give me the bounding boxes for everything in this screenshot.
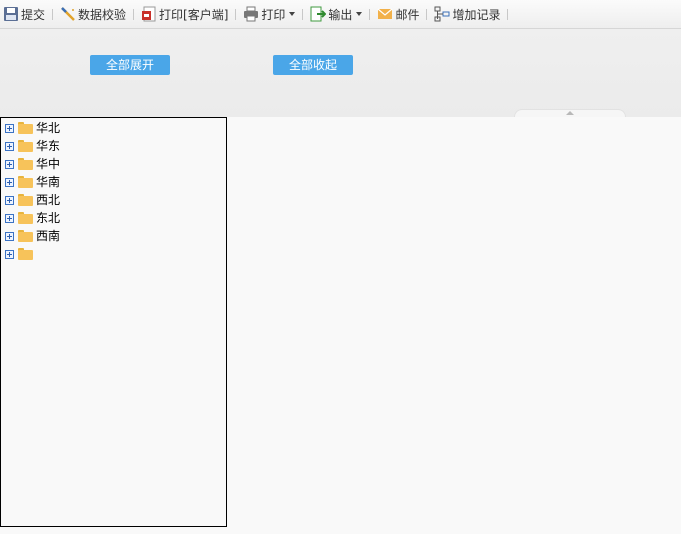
expand-icon[interactable] <box>5 159 14 169</box>
folder-icon <box>18 122 33 134</box>
toolbar-divider <box>52 8 54 20</box>
expand-icon[interactable] <box>5 195 14 205</box>
tree-node-label[interactable]: 华中 <box>36 155 60 173</box>
submit-button[interactable]: 提交 <box>1 4 47 24</box>
tree-node[interactable]: 西南 <box>1 227 226 245</box>
tree-node-label[interactable]: 华北 <box>36 119 60 137</box>
export-icon <box>310 6 327 22</box>
expand-icon[interactable] <box>5 123 14 133</box>
toolbar-divider <box>369 8 371 20</box>
toolbar: 提交 数据校验 打印[客户端] 打印 输出 邮件 增加记录 <box>0 0 681 29</box>
folder-icon <box>18 248 33 260</box>
chevron-down-icon <box>289 12 296 16</box>
expand-all-button[interactable]: 全部展开 <box>90 55 170 75</box>
tree-node-label[interactable]: 华东 <box>36 137 60 155</box>
tree-node[interactable] <box>1 245 226 263</box>
save-icon <box>3 6 19 22</box>
toolbar-divider <box>133 8 135 20</box>
expand-icon[interactable] <box>5 213 14 223</box>
tree-node[interactable]: 华东 <box>1 137 226 155</box>
expand-icon[interactable] <box>5 231 14 241</box>
expand-icon[interactable] <box>5 177 14 187</box>
expand-icon[interactable] <box>5 249 14 259</box>
tree-node[interactable]: 华北 <box>1 119 226 137</box>
chevron-down-icon <box>356 12 363 16</box>
tree-node-label[interactable]: 东北 <box>36 209 60 227</box>
data-validation-button[interactable]: 数据校验 <box>58 4 128 24</box>
mail-icon <box>377 6 393 22</box>
print-client-label: 打印[客户端] <box>159 7 229 22</box>
button-area: 全部展开 全部收起 <box>0 29 681 117</box>
folder-icon <box>18 212 33 224</box>
collapse-all-button[interactable]: 全部收起 <box>273 55 353 75</box>
region-tree: 华北 华东 华中 华南 西北 东北 西南 <box>0 117 227 527</box>
collapse-panel-handle[interactable] <box>514 109 626 117</box>
print-label: 打印 <box>261 7 286 22</box>
print-dropdown-button[interactable]: 打印 <box>241 4 297 24</box>
tree-node-label[interactable]: 西南 <box>36 227 60 245</box>
tree-node-label[interactable]: 华南 <box>36 173 60 191</box>
tree-node[interactable]: 东北 <box>1 209 226 227</box>
add-record-button[interactable]: 增加记录 <box>432 4 502 24</box>
folder-icon <box>18 194 33 206</box>
folder-icon <box>18 158 33 170</box>
add-record-label: 增加记录 <box>452 7 501 22</box>
mail-button[interactable]: 邮件 <box>375 4 421 24</box>
printer-icon <box>243 6 259 22</box>
data-validation-label: 数据校验 <box>78 7 127 22</box>
expand-icon[interactable] <box>5 141 14 151</box>
submit-label: 提交 <box>21 7 46 22</box>
tree-node[interactable]: 华中 <box>1 155 226 173</box>
tree-node[interactable]: 西北 <box>1 191 226 209</box>
mail-label: 邮件 <box>395 7 420 22</box>
toolbar-divider <box>302 8 304 20</box>
tree-node-label[interactable]: 西北 <box>36 191 60 209</box>
toolbar-divider <box>507 8 509 20</box>
tree-node[interactable]: 华南 <box>1 173 226 191</box>
pdf-print-icon <box>141 6 157 22</box>
toolbar-divider <box>426 8 428 20</box>
add-record-icon <box>434 6 450 22</box>
folder-icon <box>18 140 33 152</box>
export-dropdown-button[interactable]: 输出 <box>308 4 364 24</box>
folder-icon <box>18 176 33 188</box>
print-client-button[interactable]: 打印[客户端] <box>139 4 230 24</box>
wand-icon <box>60 6 76 22</box>
folder-icon <box>18 230 33 242</box>
toolbar-divider <box>235 8 237 20</box>
export-label: 输出 <box>328 7 353 22</box>
